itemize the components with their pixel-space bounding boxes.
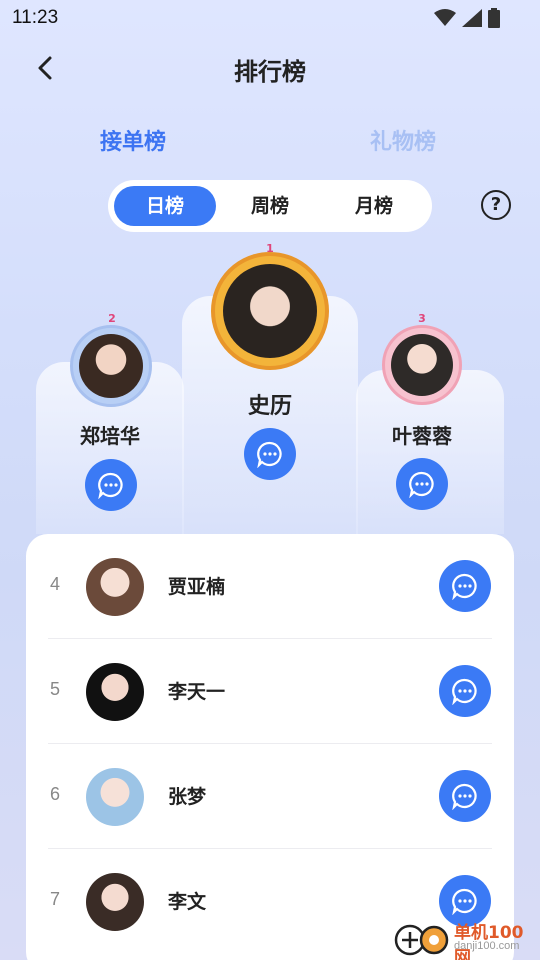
row-name: 贾亚楠 (168, 576, 226, 598)
rank-badge-third: 3 (418, 312, 426, 325)
avatar[interactable] (223, 264, 317, 358)
rank-badge-second: 2 (108, 312, 116, 325)
chat-bubble-icon (409, 471, 434, 498)
chat-button-third[interactable] (396, 458, 448, 510)
row-rank: 6 (50, 784, 61, 804)
tab-gift-ranking[interactable]: 礼物榜 (370, 124, 436, 156)
help-button[interactable]: ? (481, 190, 511, 220)
status-time: 11:23 (12, 7, 59, 28)
row-name: 李文 (168, 891, 207, 913)
chat-button[interactable] (439, 560, 491, 612)
chat-bubble-icon (98, 472, 123, 499)
status-icons (434, 8, 500, 28)
podium-name-second: 郑培华 (80, 424, 140, 448)
tab-weekly[interactable]: 周榜 (219, 186, 321, 226)
avatar-frame-second (70, 325, 152, 407)
avatar-frame-third (382, 325, 462, 405)
ranking-list: 4 贾亚楠 5 李天一 6 张梦 7 李文 (26, 534, 514, 960)
list-item[interactable]: 5 李天一 (26, 639, 514, 744)
avatar[interactable] (391, 334, 453, 396)
row-rank: 4 (50, 574, 61, 594)
tab-order-ranking[interactable]: 接单榜 (100, 124, 166, 156)
watermark-url: danji100.com (454, 940, 520, 952)
avatar[interactable] (86, 768, 144, 826)
battery-icon (488, 8, 500, 28)
wifi-icon (434, 9, 456, 26)
row-rank: 7 (50, 889, 61, 909)
chat-bubble-icon (257, 441, 282, 468)
tab-monthly[interactable]: 月榜 (323, 186, 425, 226)
chat-bubble-icon (452, 678, 477, 705)
list-item[interactable]: 4 贾亚楠 (26, 534, 514, 639)
row-name: 张梦 (168, 786, 207, 808)
app-header: 排行榜 (0, 44, 540, 92)
chat-button[interactable] (439, 770, 491, 822)
chat-bubble-icon (452, 888, 477, 915)
watermark: 单机100网 danji100.com (392, 916, 540, 960)
avatar[interactable] (86, 663, 144, 721)
help-icon: ? (490, 194, 502, 215)
chat-bubble-icon (452, 783, 477, 810)
chat-button[interactable] (439, 665, 491, 717)
chat-button-first[interactable] (244, 428, 296, 480)
watermark-title: 单机100网 (454, 923, 524, 960)
signal-icon (462, 9, 482, 27)
watermark-logo-icon (394, 924, 449, 956)
avatar-frame-first (211, 252, 329, 370)
tab-daily[interactable]: 日榜 (114, 186, 216, 226)
status-bar: 11:23 (0, 0, 540, 36)
avatar[interactable] (86, 873, 144, 931)
podium-name-third: 叶蓉蓉 (392, 424, 452, 448)
period-segment: 日榜 周榜 月榜 (108, 180, 432, 232)
page-title: 排行榜 (234, 58, 306, 86)
chat-bubble-icon (452, 573, 477, 600)
avatar[interactable] (79, 334, 143, 398)
row-rank: 5 (50, 679, 61, 699)
list-item[interactable]: 6 张梦 (26, 744, 514, 849)
avatar[interactable] (86, 558, 144, 616)
podium-name-first: 史历 (247, 394, 292, 419)
chat-button-second[interactable] (85, 459, 137, 511)
row-name: 李天一 (168, 681, 226, 703)
